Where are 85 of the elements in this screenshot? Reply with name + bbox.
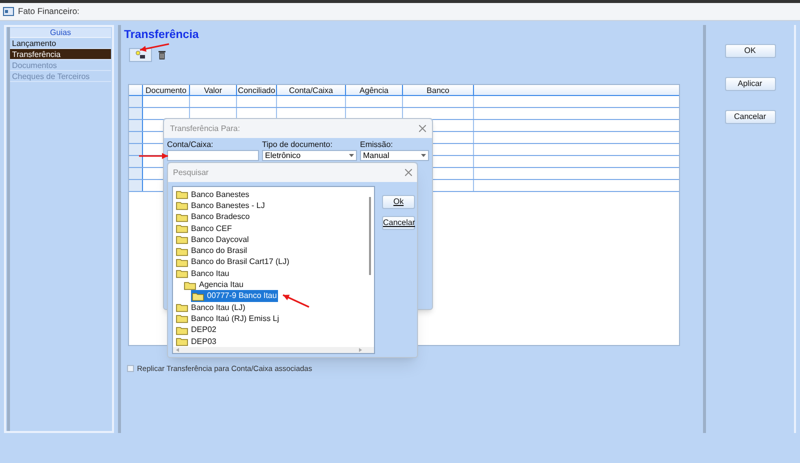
tree-item[interactable]: Banco do Brasil: [175, 245, 248, 258]
column-header[interactable]: Conciliado: [237, 85, 277, 95]
tree-item[interactable]: Banco Itau (LJ): [175, 302, 246, 314]
close-icon[interactable]: [405, 169, 412, 176]
dialog-button[interactable]: Cancelar: [382, 216, 415, 230]
tree-item-label: Banco CEF: [191, 222, 232, 235]
tree-item[interactable]: Banco Banestes - LJ: [175, 200, 266, 212]
row-header[interactable]: [129, 168, 143, 179]
row-header[interactable]: [129, 144, 143, 155]
sidebar-header: Guias: [10, 28, 111, 38]
close-icon[interactable]: [419, 125, 426, 132]
sidebar-item[interactable]: Transferência: [10, 49, 111, 60]
folder-icon: [176, 326, 188, 335]
folder-icon: [176, 314, 188, 324]
window-icon: [3, 7, 14, 16]
tree-item[interactable]: 00777-9 Banco Itau: [191, 290, 278, 302]
tree-item-label: Banco Daycoval: [191, 234, 249, 246]
tree-item-label: Banco Itau: [191, 268, 230, 280]
row-header[interactable]: [129, 108, 143, 119]
trash-icon[interactable]: [158, 50, 166, 60]
add-button[interactable]: [129, 48, 152, 62]
tree-item[interactable]: Banco CEF: [175, 222, 233, 235]
row-header[interactable]: [129, 156, 143, 167]
tree-item[interactable]: DEP03: [175, 336, 218, 348]
folder-icon: [184, 280, 196, 290]
folder-icon: [176, 303, 188, 312]
folder-icon: [176, 224, 188, 234]
input-field[interactable]: [167, 150, 259, 161]
tree-item-label: Agencia Itau: [199, 279, 244, 292]
annotation-arrow: [138, 152, 170, 160]
tree-item[interactable]: Agencia Itau: [183, 279, 244, 292]
row-header[interactable]: [129, 132, 143, 143]
dialog-title: Transferência Para:: [170, 122, 240, 134]
action-button[interactable]: Cancelar: [724, 110, 776, 124]
checkbox[interactable]: [127, 365, 134, 372]
tree-item[interactable]: DEP02: [175, 324, 218, 336]
field-label: Conta/Caixa:: [167, 140, 214, 149]
tree-item-label: 00777-9 Banco Itau: [207, 290, 277, 302]
tree-item-label: Banco do Brasil: [191, 245, 248, 258]
add-record-icon: [135, 50, 146, 59]
dropdown[interactable]: Eletrônico: [262, 150, 357, 161]
tree-item[interactable]: Banco Daycoval: [175, 234, 250, 246]
column-header[interactable]: Agência: [346, 85, 403, 95]
field-label: Tipo de documento:: [262, 140, 334, 149]
folder-icon: [176, 212, 188, 222]
scroll-right-icon[interactable]: [359, 348, 362, 352]
tree-item-label: Banco Itaú (RJ) Emiss Lj: [191, 312, 280, 325]
folder-icon: [176, 201, 188, 210]
folder-icon: [192, 292, 204, 301]
tree-item[interactable]: Banco Banestes: [175, 188, 250, 201]
tree-item-label: DEP02: [191, 324, 216, 336]
window-title: Fato Financeiro:: [18, 5, 80, 18]
dialog-button[interactable]: Ok: [382, 195, 415, 209]
folder-icon: [176, 246, 188, 256]
column-header[interactable]: Conta/Caixa: [277, 85, 346, 95]
tree-item-label: Banco Bradesco: [191, 211, 250, 224]
folder-icon: [176, 258, 188, 267]
tree-item[interactable]: Banco Itaú (RJ) Emiss Lj: [175, 312, 280, 325]
tree-item[interactable]: Banco Bradesco: [175, 211, 251, 224]
annotation-arrow: [281, 292, 310, 308]
annotation-arrow: [138, 43, 170, 52]
action-button[interactable]: OK: [724, 44, 776, 58]
folder-icon: [176, 269, 188, 278]
dropdown-arrow-icon: [349, 154, 354, 157]
tree-item-label: DEP03: [191, 336, 216, 348]
row-header[interactable]: [129, 180, 143, 191]
dropdown[interactable]: Manual: [360, 150, 429, 161]
row-header[interactable]: [129, 96, 143, 107]
scrollbar[interactable]: [173, 347, 374, 353]
dialog-title: Pesquisar: [173, 166, 209, 178]
tree-item-label: Banco Banestes - LJ: [191, 200, 265, 212]
column-header[interactable]: Documento: [143, 85, 190, 95]
row-header[interactable]: [129, 120, 143, 131]
field-label: Emissão:: [360, 140, 394, 149]
folder-icon: [176, 190, 188, 200]
scroll-left-icon[interactable]: [176, 348, 179, 352]
column-header[interactable]: Banco: [403, 85, 474, 95]
action-button[interactable]: Aplicar: [724, 77, 776, 91]
folder-icon: [176, 235, 188, 244]
tree-item[interactable]: Banco Itau: [175, 268, 230, 280]
column-header[interactable]: Valor: [190, 85, 237, 95]
section-title: Transferência: [124, 28, 199, 42]
dropdown-arrow-icon: [421, 154, 426, 157]
tree-item-label: Banco Itau (LJ): [191, 302, 246, 314]
tree-item-label: Banco Banestes: [191, 188, 250, 201]
